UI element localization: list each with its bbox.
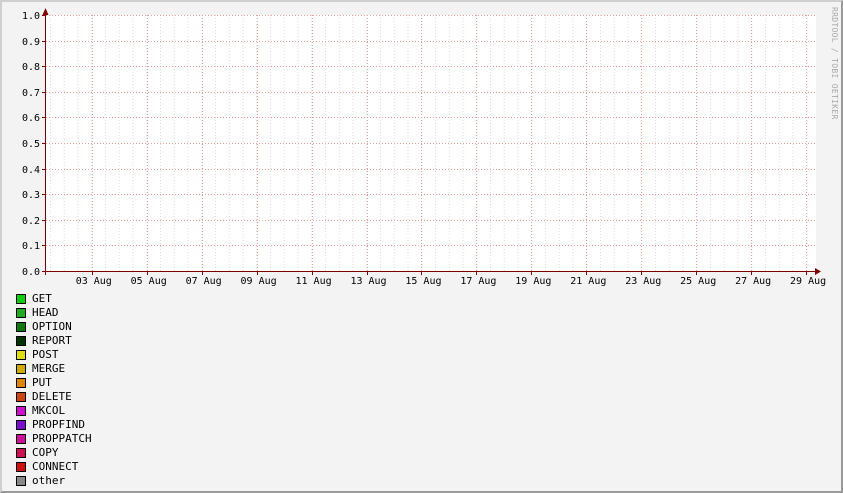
- chart: 0.0 0.1 0.2 0.3 0.4 0.5 0.6 0.7 0.8 0.9 1.0 03 Aug…: [22, 8, 826, 287]
- graph-frame: 0.0 0.1 0.2 0.3 0.4 0.5 0.6 0.7 0.8 0.9 1.0 03 Aug…: [0, 0, 843, 493]
- legend-label: PROPPATCH: [32, 432, 92, 445]
- legend-item: MKCOL: [16, 404, 92, 418]
- x-tick-label: 09 Aug: [241, 276, 277, 287]
- y-axis-labels: 0.0 0.1 0.2 0.3 0.4 0.5 0.6 0.7 0.8 0.9 1.0: [22, 11, 40, 278]
- legend-swatch: [16, 294, 26, 304]
- legend-swatch: [16, 322, 26, 332]
- y-tick-label: 0.4: [22, 165, 40, 176]
- legend-item: COPY: [16, 446, 92, 460]
- y-tick-label: 0.5: [22, 139, 40, 150]
- legend-item: OPTION: [16, 320, 92, 334]
- legend-item: MERGE: [16, 362, 92, 376]
- x-tick-label: 27 Aug: [735, 276, 771, 287]
- legend-label: MKCOL: [32, 404, 66, 417]
- legend-label: HEAD: [32, 306, 59, 319]
- x-tick-label: 23 Aug: [625, 276, 661, 287]
- legend-label: other: [32, 474, 66, 487]
- x-tick-label: 13 Aug: [350, 276, 386, 287]
- legend-label: PROPFIND: [32, 418, 85, 431]
- x-tick-label: 25 Aug: [680, 276, 716, 287]
- x-tick-label: 11 Aug: [295, 276, 331, 287]
- legend-label: REPORT: [32, 334, 72, 347]
- legend-label: DELETE: [32, 390, 72, 403]
- y-tick-label: 0.2: [22, 216, 40, 227]
- legend-swatch: [16, 462, 26, 472]
- legend-swatch: [16, 350, 26, 360]
- legend-swatch: [16, 406, 26, 416]
- legend-label: MERGE: [32, 362, 66, 375]
- legend-swatch: [16, 392, 26, 402]
- legend-label: GET: [32, 292, 52, 305]
- legend-label: POST: [32, 348, 59, 361]
- legend-swatch: [16, 336, 26, 346]
- y-axis-arrow: [42, 8, 49, 15]
- legend-label: OPTION: [32, 320, 72, 333]
- legend-swatch: [16, 476, 26, 486]
- legend-swatch: [16, 308, 26, 318]
- y-tick-label: 1.0: [22, 11, 40, 22]
- legend-swatch: [16, 448, 26, 458]
- legend-item: PUT: [16, 376, 92, 390]
- legend-item: PROPFIND: [16, 418, 92, 432]
- y-tick-label: 0.1: [22, 241, 40, 252]
- legend-item: REPORT: [16, 334, 92, 348]
- y-tick-label: 0.9: [22, 37, 40, 48]
- legend-item: CONNECT: [16, 460, 92, 474]
- y-tick-label: 0.0: [22, 267, 40, 278]
- legend-item: DELETE: [16, 390, 92, 404]
- legend-item: POST: [16, 348, 92, 362]
- legend-label: PUT: [32, 376, 52, 389]
- x-tick-label: 07 Aug: [186, 276, 222, 287]
- x-tick-label: 15 Aug: [405, 276, 441, 287]
- legend-label: COPY: [32, 446, 59, 459]
- x-axis-labels: 03 Aug 05 Aug 07 Aug 09 Aug 11 Aug 13 Aug 15 A…: [76, 276, 826, 287]
- x-tick-label: 19 Aug: [515, 276, 551, 287]
- legend-item: other: [16, 474, 92, 488]
- x-axis-arrow: [815, 268, 821, 275]
- legend-item: HEAD: [16, 306, 92, 320]
- legend-swatch: [16, 364, 26, 374]
- x-tick-label: 17 Aug: [460, 276, 496, 287]
- legend-item: GET: [16, 292, 92, 306]
- legend-item: PROPPATCH: [16, 432, 92, 446]
- x-tick-label: 03 Aug: [76, 276, 112, 287]
- legend-swatch: [16, 378, 26, 388]
- y-tick-label: 0.3: [22, 190, 40, 201]
- legend-label: CONNECT: [32, 460, 79, 473]
- legend-swatch: [16, 434, 26, 444]
- x-tick-label: 29 Aug: [790, 276, 826, 287]
- x-tick-label: 05 Aug: [131, 276, 167, 287]
- y-tick-label: 0.6: [22, 113, 40, 124]
- y-tick-label: 0.7: [22, 88, 40, 99]
- x-tick-label: 21 Aug: [570, 276, 606, 287]
- y-tick-label: 0.8: [22, 62, 40, 73]
- rrdtool-watermark: RRDTOOL / TOBI OETIKER: [830, 7, 839, 120]
- legend-swatch: [16, 420, 26, 430]
- legend: GET HEAD OPTION REPORT POST MERGE PUT DELETE MKC…: [16, 292, 92, 488]
